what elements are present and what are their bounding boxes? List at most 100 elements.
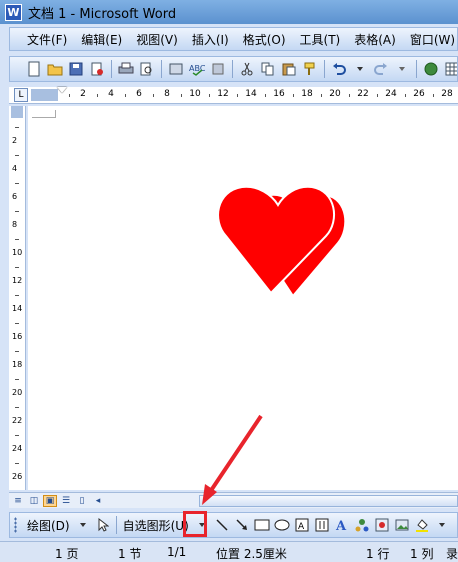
research-book-icon[interactable] <box>209 60 227 78</box>
ruler-tick <box>97 94 98 97</box>
vertical-ruler[interactable]: 2 4 6 8 10 12 14 16 18 20 22 24 26 <box>9 106 26 490</box>
scroll-left-icon[interactable]: ◂ <box>91 495 105 507</box>
heart-shape-front[interactable] <box>217 185 335 295</box>
ruler-number: 8 <box>164 89 170 99</box>
vertical-ruler-tick <box>15 183 19 184</box>
vertical-ruler-tick <box>15 239 19 240</box>
toolbar-separator <box>115 516 117 534</box>
ruler-tick <box>265 94 266 97</box>
clip-art-icon[interactable] <box>373 516 391 534</box>
draw-menu-button[interactable]: 绘图(D) <box>25 517 72 534</box>
ruler-tick <box>125 94 126 97</box>
svg-text:ABC: ABC <box>189 64 205 73</box>
cut-icon[interactable] <box>238 60 256 78</box>
oval-tool-icon[interactable] <box>273 516 291 534</box>
reading-view-icon[interactable]: ▯ <box>75 495 89 507</box>
hyperlink-icon[interactable] <box>422 60 440 78</box>
vertical-text-box-icon[interactable] <box>313 516 331 534</box>
horizontal-ruler[interactable]: L 2 4 6 8 10 12 14 16 18 20 22 24 26 28 <box>9 87 458 104</box>
word-app-icon: W <box>5 3 22 21</box>
drawing-toolbar: 绘图(D) 自选图形(U) A A <box>9 512 458 538</box>
toolbar-separator <box>232 60 233 78</box>
outline-view-icon[interactable]: ☰ <box>59 495 73 507</box>
menu-view[interactable]: 视图(V) <box>129 31 185 48</box>
menu-window[interactable]: 窗口(W) <box>403 31 458 48</box>
wordart-icon[interactable]: A <box>333 516 351 534</box>
redo-icon[interactable] <box>372 60 390 78</box>
line-tool-highlight <box>183 511 207 537</box>
title-bar: W 文档 1 - Microsoft Word <box>0 0 458 24</box>
vertical-ruler-number: 16 <box>12 332 23 341</box>
normal-view-icon[interactable]: ≡ <box>11 495 25 507</box>
ruler-tick <box>433 94 434 97</box>
first-line-indent-marker[interactable] <box>57 87 67 93</box>
menu-file[interactable]: 文件(F) <box>20 31 74 48</box>
vertical-ruler-number: 20 <box>12 388 23 397</box>
open-folder-icon[interactable] <box>46 60 64 78</box>
save-icon[interactable] <box>67 60 85 78</box>
ruler-tick <box>69 94 70 97</box>
rectangle-tool-icon[interactable] <box>253 516 271 534</box>
menu-edit[interactable]: 编辑(E) <box>74 31 129 48</box>
draw-dropdown-icon[interactable] <box>74 516 92 534</box>
undo-dropdown-icon[interactable] <box>351 60 369 78</box>
insert-picture-icon[interactable] <box>393 516 411 534</box>
status-page-of: 1/1 <box>167 545 187 559</box>
vertical-ruler-tick <box>15 435 19 436</box>
vertical-ruler-number: 4 <box>12 164 18 173</box>
vertical-ruler-number: 14 <box>12 304 23 313</box>
arrow-tool-icon[interactable] <box>233 516 251 534</box>
svg-text:A: A <box>298 522 305 532</box>
ruler-tick <box>209 94 210 97</box>
toolbar-separator <box>416 60 417 78</box>
vertical-ruler-number: 12 <box>12 276 23 285</box>
tables-borders-icon[interactable] <box>443 60 457 78</box>
status-page: 1 页 <box>55 547 79 561</box>
standard-toolbar: ABC <box>9 56 458 82</box>
print-icon[interactable] <box>117 60 135 78</box>
fill-color-dropdown-icon[interactable] <box>433 516 451 534</box>
vertical-ruler-number: 10 <box>12 248 23 257</box>
menu-insert[interactable]: 插入(I) <box>185 31 236 48</box>
menu-format[interactable]: 格式(O) <box>236 31 293 48</box>
ruler-text-area <box>58 89 458 101</box>
vertical-ruler-tick <box>15 295 19 296</box>
window-title: 文档 1 - Microsoft Word <box>28 6 177 22</box>
vertical-ruler-tick <box>15 155 19 156</box>
drawbar-grip[interactable] <box>14 517 17 533</box>
status-bar: 1 页 1 节 1/1 位置 2.5厘米 1 行 1 列 录 <box>0 541 458 562</box>
line-tool-icon[interactable] <box>213 516 231 534</box>
ruler-tick <box>181 94 182 97</box>
format-painter-icon[interactable] <box>301 60 319 78</box>
research-icon[interactable] <box>167 60 185 78</box>
vertical-ruler-tick <box>15 323 19 324</box>
copy-icon[interactable] <box>259 60 277 78</box>
vertical-ruler-tick <box>15 267 19 268</box>
document-page[interactable] <box>28 106 458 490</box>
vertical-ruler-number: 2 <box>12 136 18 145</box>
text-box-icon[interactable]: A <box>293 516 311 534</box>
menu-tools[interactable]: 工具(T) <box>293 31 348 48</box>
print-preview-icon[interactable] <box>138 60 156 78</box>
status-column: 1 列 <box>410 547 434 561</box>
print-layout-view-icon[interactable]: ▣ <box>43 494 57 507</box>
select-objects-icon[interactable] <box>94 516 112 534</box>
undo-icon[interactable] <box>330 60 348 78</box>
spelling-icon[interactable]: ABC <box>188 60 206 78</box>
horizontal-scrollbar-thumb[interactable] <box>199 495 458 507</box>
fill-color-icon[interactable] <box>413 516 431 534</box>
tab-selector-button[interactable]: L <box>14 88 28 102</box>
ruler-number: 26 <box>413 89 425 99</box>
autoshapes-menu-button[interactable]: 自选图形(U) <box>121 517 191 534</box>
permission-icon[interactable] <box>88 60 106 78</box>
menu-table[interactable]: 表格(A) <box>347 31 403 48</box>
diagram-icon[interactable] <box>353 516 371 534</box>
paste-icon[interactable] <box>280 60 298 78</box>
ruler-number: 16 <box>273 89 285 99</box>
view-and-scroll-bar: ≡ ◫ ▣ ☰ ▯ ◂ <box>9 492 458 508</box>
web-view-icon[interactable]: ◫ <box>27 495 41 507</box>
vertical-ruler-margin <box>11 106 23 118</box>
new-doc-icon[interactable] <box>25 60 43 78</box>
ruler-tick <box>321 94 322 97</box>
redo-dropdown-icon[interactable] <box>393 60 411 78</box>
